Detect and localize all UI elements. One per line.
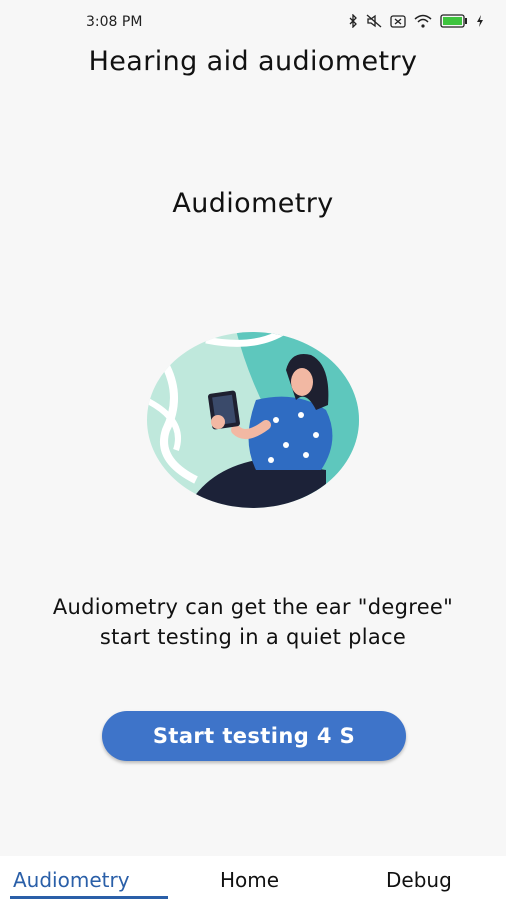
battery-icon — [440, 14, 468, 28]
section-title: Audiometry — [172, 188, 334, 219]
description-text: Audiometry can get the ear "degree" star… — [0, 592, 506, 652]
mute-icon — [366, 14, 382, 28]
close-box-icon — [390, 14, 406, 28]
tab-home[interactable]: Home — [220, 868, 279, 892]
status-time: 3:08 PM — [86, 14, 143, 30]
tab-audiometry[interactable]: Audiometry — [13, 868, 130, 892]
woman-with-tablet-illustration — [146, 330, 360, 510]
status-icons — [348, 14, 484, 28]
description-line-1: Audiometry can get the ear "degree" — [52, 595, 454, 619]
description-line-2: start testing in a quiet place — [99, 625, 407, 649]
wifi-icon — [414, 14, 432, 28]
active-tab-indicator — [10, 896, 168, 899]
status-bar: 3:08 PM — [0, 0, 506, 44]
charging-bolt-icon — [476, 15, 484, 27]
bluetooth-icon — [348, 14, 358, 28]
tab-debug[interactable]: Debug — [386, 868, 452, 892]
bottom-nav: Audiometry Home Debug — [0, 856, 506, 900]
app-title: Hearing aid audiometry — [88, 46, 418, 77]
start-testing-button[interactable]: Start testing 4 S — [102, 711, 406, 761]
